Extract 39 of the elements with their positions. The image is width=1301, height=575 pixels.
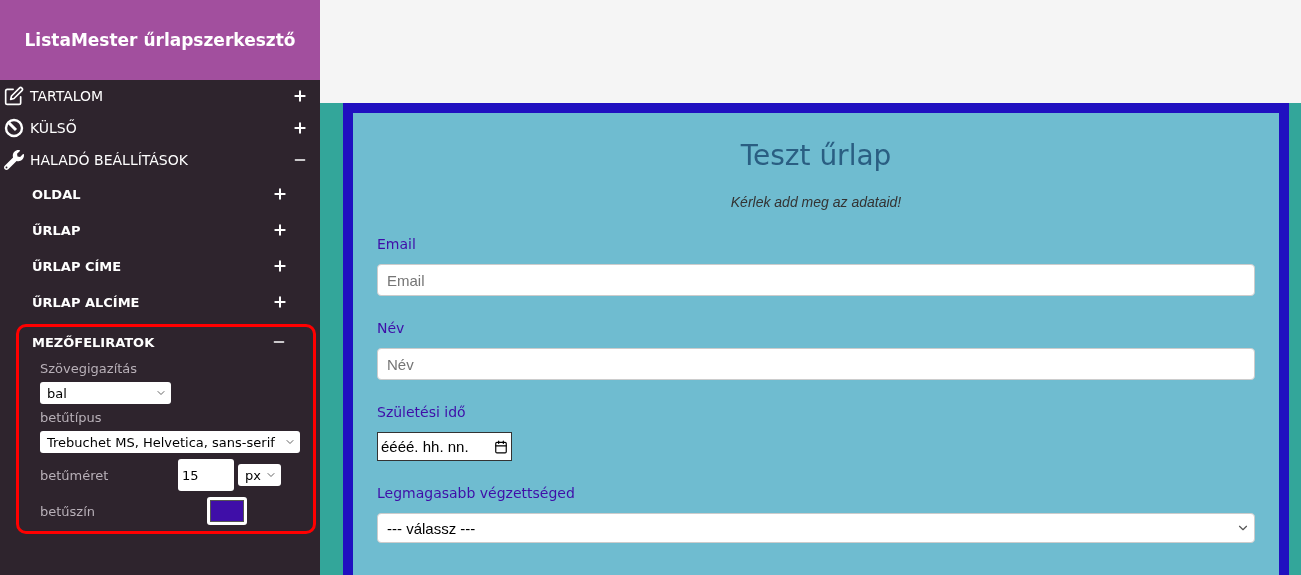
text-field[interactable]: Név bbox=[377, 348, 1255, 380]
field-label: Email bbox=[377, 236, 417, 252]
submenu-item[interactable]: OLDAL bbox=[0, 176, 320, 212]
setting-label: betűtípus bbox=[40, 410, 103, 425]
submenu-item[interactable]: ŰRLAP bbox=[0, 212, 320, 248]
app-title: ListaMester űrlapszerkesztő bbox=[0, 0, 320, 80]
form-title: Teszt űrlap bbox=[739, 139, 893, 172]
menu-label: TARTALOM bbox=[30, 88, 104, 104]
field-label: Név bbox=[377, 320, 406, 336]
menu-item[interactable]: KÜLSŐ bbox=[0, 112, 320, 144]
expand-icon[interactable] bbox=[272, 186, 288, 202]
text-field[interactable]: Email bbox=[377, 264, 1255, 296]
expand-icon[interactable] bbox=[292, 88, 308, 104]
calendar-icon[interactable] bbox=[494, 439, 508, 454]
setting-label: Szövegigazítás bbox=[40, 361, 139, 376]
expand-icon[interactable] bbox=[292, 120, 308, 136]
setting-label: betűszín bbox=[40, 503, 96, 519]
dropdown-field[interactable]: --- válassz --- bbox=[377, 513, 1255, 543]
align-select[interactable]: bal bbox=[40, 382, 171, 404]
menu-item[interactable]: HALADÓ BEÁLLÍTÁSOK bbox=[0, 144, 320, 176]
expand-icon[interactable] bbox=[272, 258, 288, 274]
expand-icon[interactable] bbox=[272, 222, 288, 238]
form-subtitle: Kérlek add meg az adataid! bbox=[729, 194, 903, 210]
submenu-item[interactable]: MEZŐFELIRATOK bbox=[19, 327, 313, 357]
field-label: Legmagasabb végzettséged bbox=[377, 485, 576, 501]
date-field[interactable]: éééé. hh. nn. bbox=[377, 432, 512, 461]
setting-label: betűméret bbox=[40, 467, 109, 483]
expand-icon[interactable] bbox=[272, 294, 288, 310]
submenu-item[interactable]: ŰRLAP CÍME bbox=[0, 248, 320, 284]
menu-item[interactable]: TARTALOM bbox=[0, 80, 320, 112]
field-label: Születési idő bbox=[377, 404, 467, 420]
unit-select[interactable]: px bbox=[238, 464, 281, 486]
menu-label: KÜLSŐ bbox=[30, 120, 77, 136]
font-select[interactable]: Trebuchet MS, Helvetica, sans-serif bbox=[40, 431, 300, 453]
submenu-item[interactable]: ŰRLAP ALCÍME bbox=[0, 284, 320, 320]
menu-label: HALADÓ BEÁLLÍTÁSOK bbox=[30, 152, 188, 168]
font-size-field[interactable]: 15 bbox=[178, 459, 234, 491]
edit-icon bbox=[4, 86, 24, 106]
wrench-icon bbox=[4, 150, 24, 170]
